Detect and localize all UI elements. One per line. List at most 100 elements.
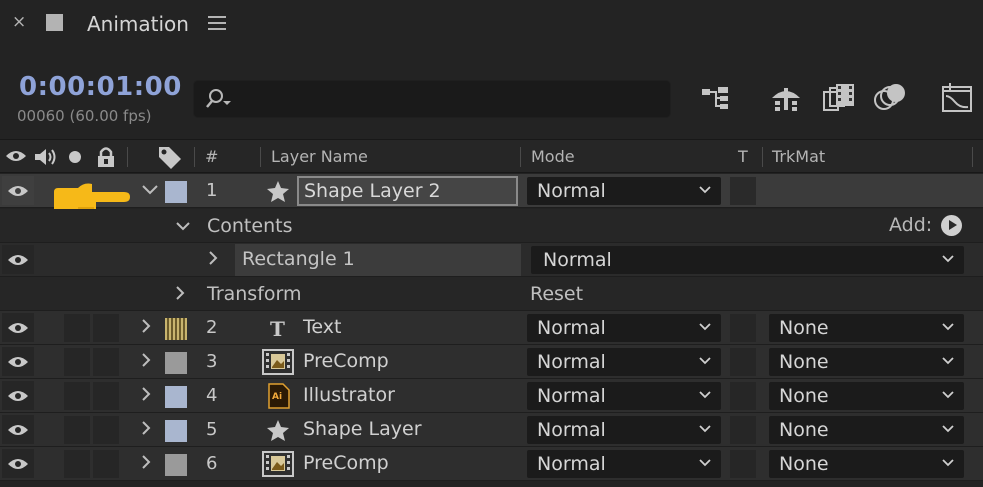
transform-reset-link[interactable]: Reset [530, 283, 583, 305]
lock-icon[interactable] [96, 146, 116, 168]
chevron-down-icon [699, 425, 711, 433]
track-matte-dropdown[interactable]: None [769, 382, 964, 410]
solo-icon[interactable] [69, 151, 81, 163]
rectangle-blend-mode-dropdown[interactable]: Normal [531, 246, 964, 274]
lock-toggle[interactable] [93, 450, 119, 478]
visibility-toggle[interactable] [2, 176, 34, 205]
chevron-down-icon [942, 357, 954, 365]
frame-count-display: 00060 (60.00 fps) [17, 107, 152, 125]
label-tag-icon[interactable] [157, 145, 183, 169]
blend-mode-dropdown[interactable]: Normal [527, 348, 721, 376]
visibility-toggle[interactable] [2, 347, 34, 376]
solo-toggle[interactable] [64, 416, 90, 444]
track-matte-value: None [779, 317, 829, 339]
eye-icon [8, 255, 28, 265]
audio-icon[interactable] [33, 147, 57, 167]
blend-mode-value: Normal [537, 453, 606, 475]
layer-row-3[interactable]: 3 PreComp Normal None [0, 345, 983, 379]
text-layer-icon: T [270, 317, 285, 339]
preserve-transparency-toggle[interactable] [730, 314, 756, 342]
blend-mode-dropdown[interactable]: Normal [527, 416, 721, 444]
contents-group-row[interactable]: Contents Add: [0, 209, 983, 243]
chevron-down-icon[interactable] [141, 181, 159, 200]
track-matte-dropdown[interactable]: None [769, 314, 964, 342]
layer-number: 2 [206, 317, 218, 338]
chevron-right-icon[interactable] [208, 250, 219, 270]
layer-row-6[interactable]: 6 PreComp Normal None [0, 447, 983, 481]
layer-name[interactable]: Shape Layer [303, 418, 422, 440]
hamburger-menu-icon[interactable] [208, 16, 226, 34]
blend-mode-value: Normal [537, 351, 606, 373]
rectangle-group-row[interactable]: Rectangle 1 Normal [0, 243, 983, 277]
layer-label-color[interactable] [165, 420, 187, 442]
panel-tab-bar: × Animation [0, 0, 983, 50]
draft-3d-icon[interactable] [768, 82, 804, 114]
layer-row-1[interactable]: 1 Shape Layer 2 Normal [0, 174, 983, 208]
layer-row-5[interactable]: 5 Shape Layer Normal None [0, 413, 983, 447]
visibility-toggle[interactable] [2, 313, 34, 342]
visibility-toggle[interactable] [2, 415, 34, 444]
chevron-down-icon[interactable] [175, 217, 191, 236]
chevron-down-icon [942, 391, 954, 399]
layer-name-edit-field[interactable]: Shape Layer 2 [297, 176, 518, 206]
eye-icon [8, 186, 28, 196]
layer-label-color[interactable] [165, 352, 187, 374]
layer-label-color[interactable] [165, 386, 187, 408]
search-input[interactable] [238, 85, 658, 113]
layer-name[interactable]: Text [303, 316, 341, 338]
visibility-toggle[interactable] [2, 381, 34, 410]
column-number: # [205, 147, 219, 166]
blend-mode-dropdown[interactable]: Normal [527, 450, 721, 478]
layer-name[interactable]: PreComp [303, 452, 389, 474]
chevron-right-icon[interactable] [141, 386, 152, 406]
layer-label-color[interactable] [165, 181, 187, 203]
eye-icon [8, 357, 28, 367]
graph-editor-icon[interactable] [940, 82, 976, 114]
panel-title[interactable]: Animation [87, 12, 189, 36]
current-time-display[interactable]: 0:00:01:00 [19, 72, 182, 102]
column-layer-name[interactable]: Layer Name [271, 147, 368, 166]
layer-label-color[interactable] [165, 318, 187, 340]
lock-toggle[interactable] [93, 348, 119, 376]
layer-name[interactable]: Illustrator [303, 384, 395, 406]
solo-toggle[interactable] [64, 314, 90, 342]
lock-toggle[interactable] [93, 314, 119, 342]
chevron-right-icon[interactable] [141, 318, 152, 338]
blend-mode-dropdown[interactable]: Normal [527, 382, 721, 410]
preserve-transparency-toggle[interactable] [730, 416, 756, 444]
layer-row-4[interactable]: 4 Ai Illustrator Normal None [0, 379, 983, 413]
preserve-transparency-toggle[interactable] [730, 450, 756, 478]
visibility-toggle[interactable] [2, 245, 34, 274]
layer-search-field[interactable] [193, 80, 671, 118]
close-panel-icon[interactable]: × [12, 12, 26, 32]
lock-toggle[interactable] [93, 416, 119, 444]
chevron-right-icon[interactable] [141, 420, 152, 440]
track-matte-dropdown[interactable]: None [769, 416, 964, 444]
rectangle-name-cell[interactable]: Rectangle 1 [235, 244, 521, 276]
transform-group-row[interactable]: Transform Reset [0, 277, 983, 311]
preserve-transparency-toggle[interactable] [730, 348, 756, 376]
track-matte-dropdown[interactable]: None [769, 348, 964, 376]
video-visibility-icon[interactable] [5, 149, 27, 163]
layer-number: 4 [206, 385, 218, 406]
visibility-toggle[interactable] [2, 449, 34, 478]
chevron-right-icon[interactable] [141, 454, 152, 474]
lock-toggle[interactable] [93, 382, 119, 410]
motion-blur-icon[interactable] [874, 82, 910, 114]
blend-mode-dropdown[interactable]: Normal [527, 314, 721, 342]
solo-toggle[interactable] [64, 450, 90, 478]
preserve-transparency-toggle[interactable] [730, 382, 756, 410]
blend-mode-dropdown[interactable]: Normal [527, 177, 721, 205]
solo-toggle[interactable] [64, 382, 90, 410]
layer-row-2[interactable]: 2 T Text Normal None [0, 311, 983, 345]
preserve-transparency-toggle[interactable] [730, 177, 756, 205]
layer-name[interactable]: PreComp [303, 350, 389, 372]
layer-label-color[interactable] [165, 454, 187, 476]
composition-flowchart-icon[interactable] [700, 82, 736, 114]
chevron-right-icon[interactable] [175, 285, 186, 305]
chevron-right-icon[interactable] [141, 352, 152, 372]
frame-blending-icon[interactable] [822, 82, 858, 114]
solo-toggle[interactable] [64, 348, 90, 376]
add-menu-button[interactable] [941, 215, 962, 236]
track-matte-dropdown[interactable]: None [769, 450, 964, 478]
